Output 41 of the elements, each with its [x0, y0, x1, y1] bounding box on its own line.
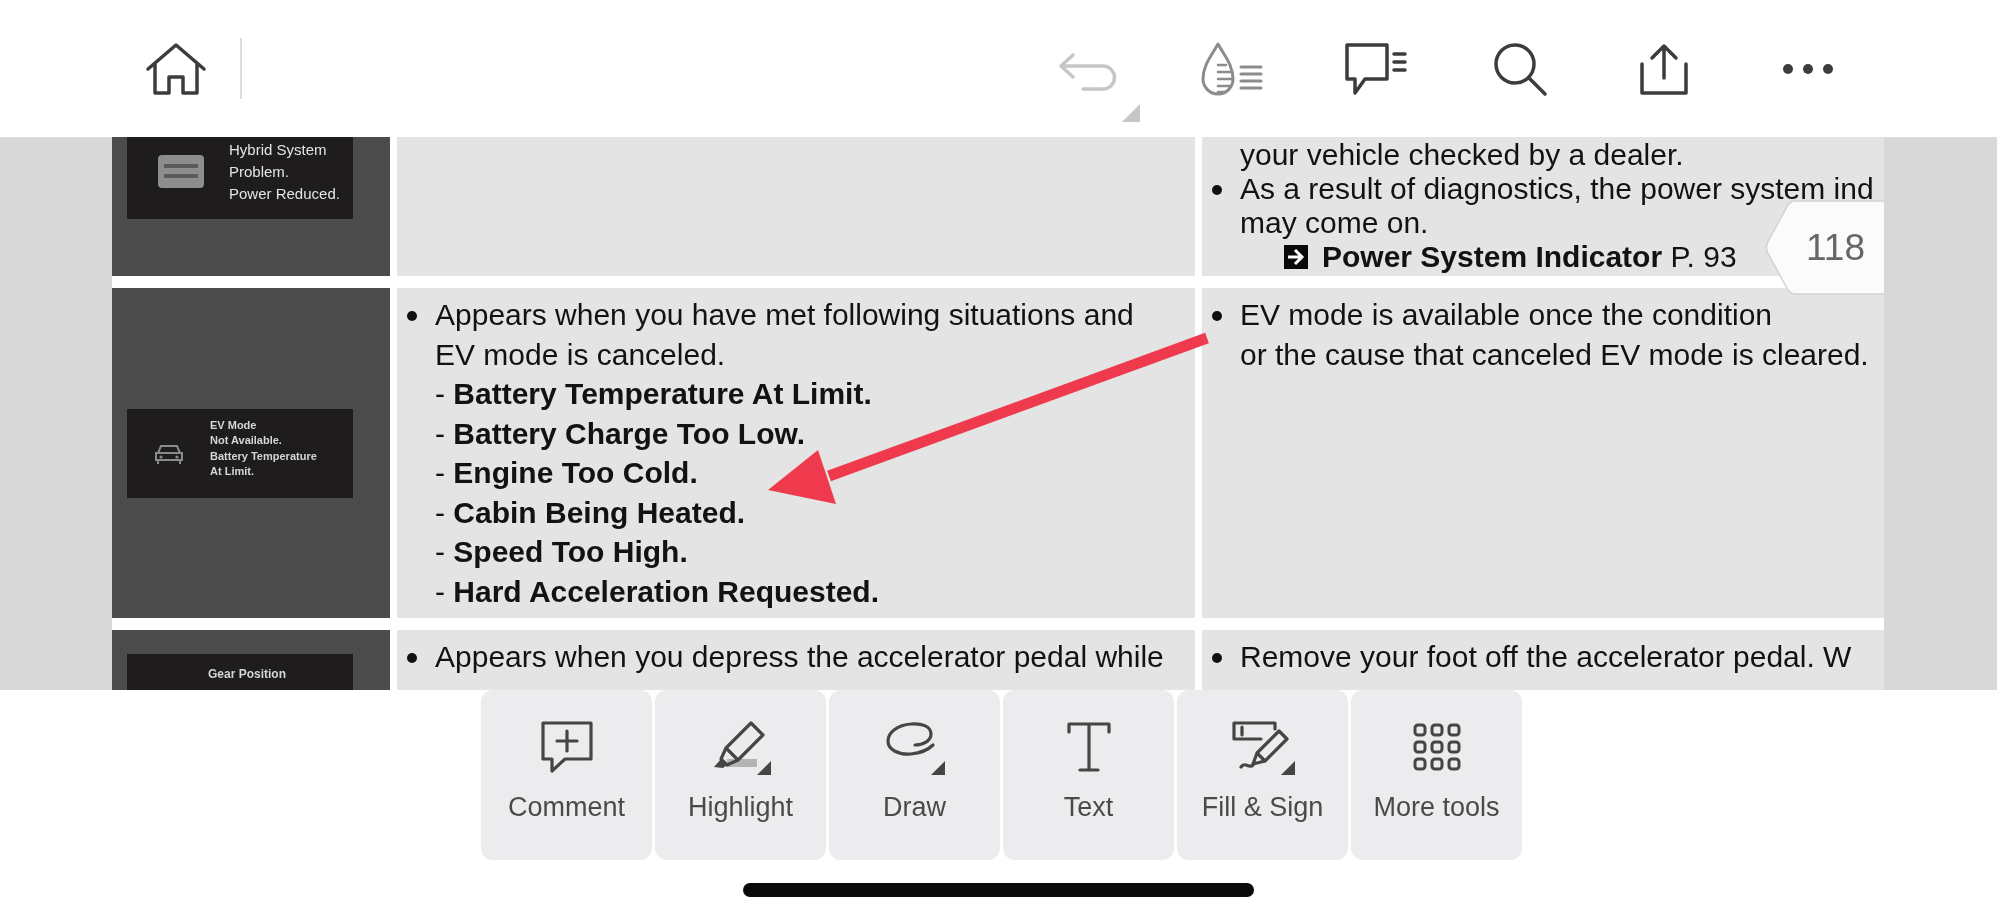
- undo-icon: [1058, 51, 1140, 122]
- grid-icon: [1412, 723, 1461, 771]
- display-message: EV Mode Not Available. Battery Temperature At Limit.: [210, 417, 317, 479]
- list-item: - Cabin Being Heated.: [435, 494, 747, 531]
- display-message: Hybrid System Problem. Power Reduced.: [229, 140, 340, 204]
- text-icon: [1064, 720, 1113, 774]
- droplet-icon: [1200, 40, 1264, 97]
- draw-tool-button[interactable]: Draw: [829, 690, 1000, 860]
- more-tools-button[interactable]: More tools: [1351, 690, 1522, 860]
- more-icon: [1782, 62, 1834, 75]
- list-item: - Battery Charge Too Low.: [435, 415, 807, 452]
- bullet-text: Remove your foot off the accelerator pedal. W: [1240, 639, 1852, 675]
- display-message: Gear Position: [208, 666, 287, 682]
- scribble-icon: [884, 719, 945, 775]
- list-item: - Battery Temperature At Limit.: [435, 376, 873, 412]
- comment-tool-button[interactable]: Comment: [481, 690, 652, 860]
- text-tool-button[interactable]: Text: [1003, 690, 1174, 860]
- right-arrow-icon: [1284, 245, 1308, 269]
- comment-list-icon: [1344, 41, 1408, 96]
- bullet-text: Appears when you depress the accelerator pedal while: [435, 639, 1164, 675]
- page-reference: Power System Indicator P. 93: [1322, 240, 1737, 274]
- highlight-tool-button[interactable]: Highlight: [655, 690, 826, 860]
- bullet-icon: [1212, 185, 1222, 195]
- home-icon: [145, 41, 207, 96]
- fill-sign-tool-button[interactable]: Fill & Sign: [1177, 690, 1348, 860]
- bullet-icon: [407, 311, 417, 321]
- speech-bubble-plus-icon: [539, 720, 594, 774]
- indicator-lamp-icon: [158, 155, 204, 188]
- body-text: your vehicle checked by a dealer.: [1240, 138, 1685, 172]
- bullet-text: EV mode is available once the condition or the cause that canceled EV mode is cleared.: [1240, 297, 1869, 373]
- home-button[interactable]: [145, 41, 207, 96]
- search-icon: [1492, 40, 1548, 97]
- bullet-icon: [1212, 311, 1222, 321]
- list-item: - Speed Too High.: [435, 534, 689, 570]
- form-pen-icon: [1230, 719, 1295, 775]
- bullet-icon: [1212, 653, 1222, 663]
- list-item: - Engine Too Cold.: [435, 455, 699, 491]
- list-item: - Hard Acceleration Requested.: [435, 573, 880, 610]
- car-icon: [153, 442, 185, 465]
- bullet-text: Appears when you have met following situations and EV mode is canceled.: [435, 297, 1134, 373]
- bullet-icon: [407, 653, 417, 663]
